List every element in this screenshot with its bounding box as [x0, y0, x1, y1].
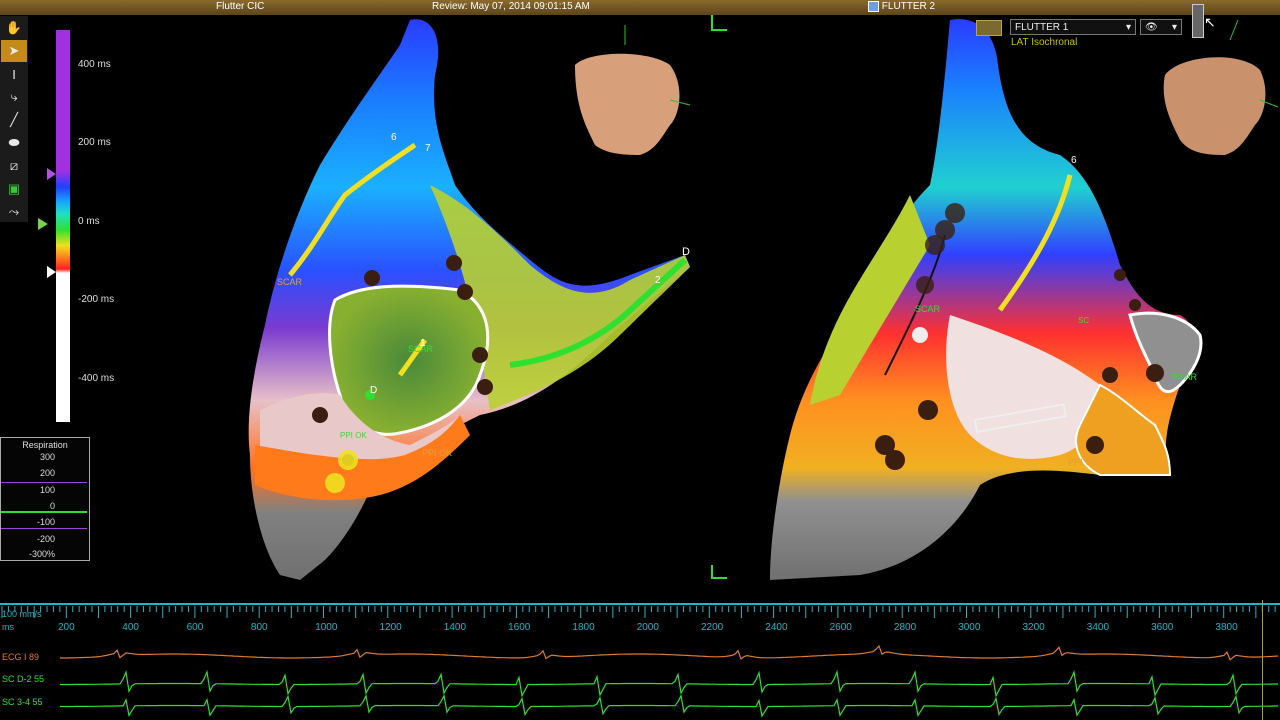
respiration-lower-line — [1, 528, 87, 529]
left-label-ppi-ok: PPI OK — [422, 448, 452, 458]
resp-val: 100 — [39, 485, 55, 495]
resp-val: 300 — [39, 452, 55, 462]
timeline-tick-label: 3000 — [958, 622, 981, 633]
text-cursor-icon[interactable]: I — [1, 63, 27, 85]
timeline-tick-label: 2200 — [701, 622, 724, 633]
curve-tool-icon[interactable]: ⤷ — [1, 86, 27, 108]
timeline-tick-label: 3400 — [1086, 622, 1110, 633]
right-label-scar-left: SCAR — [915, 304, 941, 314]
right-label-sc: SC — [1078, 316, 1089, 325]
timeline-tick-label: 3200 — [1022, 622, 1045, 633]
visibility-dropdown[interactable]: 👁 ▾ — [1140, 19, 1182, 35]
timeline-tick-label: 2800 — [893, 622, 917, 633]
sc-d2-trace — [60, 669, 1278, 698]
right-label-6: 6 — [1071, 155, 1077, 166]
scale-label-minus400: -400 ms — [78, 373, 115, 384]
scroll-control[interactable] — [1192, 4, 1204, 38]
ecg-trace — [60, 644, 1279, 661]
timeline-tick-label: 1000 — [315, 622, 338, 633]
timeline-tick-label: 3600 — [1151, 622, 1174, 633]
scale-zero-handle[interactable] — [38, 218, 48, 230]
timeline-tick-label: 2400 — [765, 622, 788, 633]
left-view-title: Flutter CIC — [216, 1, 265, 12]
pan-hand-icon[interactable]: ✋ — [1, 17, 27, 39]
resp-val: -200 — [36, 534, 55, 544]
eye-icon: 👁 — [1145, 21, 1158, 33]
tool-palette: ✋ ➤ I ⤷ ╱ ⬬ ⧄ ▣ ⤳ — [0, 16, 28, 222]
respiration-upper-line — [1, 482, 87, 483]
left-label-6: 6 — [391, 132, 397, 143]
timeline-tick-label: 1400 — [443, 622, 467, 633]
scale-label-400: 400 ms — [78, 59, 111, 70]
left-label-ppi-ok-lower: PPI OK — [340, 431, 367, 440]
line-tool-icon[interactable]: ╱ — [1, 109, 27, 131]
left-label-2: 2 — [655, 275, 661, 286]
view-divider-mark-top — [711, 15, 727, 31]
left-3d-map[interactable]: SCAR SCAR PPI OK PPI OK D 6 7 1 2 D — [230, 15, 700, 590]
select-arrow-icon[interactable]: ➤ — [1, 40, 27, 62]
catheter-icon[interactable]: ⤳ — [1, 201, 27, 223]
respiration-panel: Respiration 300 200 100 0 -100 -200 -300… — [0, 437, 90, 561]
resp-val: -100 — [36, 517, 55, 527]
scale-upper-handle[interactable] — [47, 168, 56, 180]
scale-label-200: 200 ms — [78, 137, 111, 148]
respiration-title: Respiration — [22, 440, 68, 450]
timeline-tick-label: 600 — [186, 622, 204, 633]
lat-color-scale[interactable] — [56, 30, 70, 422]
ellipse-tool-icon[interactable]: ⬬ — [1, 132, 27, 154]
right-view-title: FLUTTER 2 — [868, 1, 935, 12]
timeline-unit: ms — [2, 622, 14, 632]
respiration-trace — [1, 511, 87, 513]
sc-34-trace — [60, 693, 1278, 718]
scale-label-minus200: -200 ms — [78, 294, 115, 305]
map-select-dropdown[interactable]: FLUTTER 1 ▾ — [1010, 19, 1136, 35]
timeline-tick-label: 1800 — [572, 622, 595, 633]
timeline-tick-label: 1200 — [379, 622, 402, 633]
timeline-ruler — [1, 606, 1276, 618]
chevron-down-icon: ▾ — [1125, 21, 1131, 33]
timeline-tick-label: 200 — [58, 622, 75, 633]
torso-orientation-icon[interactable] — [575, 25, 691, 155]
left-label-d: D — [370, 385, 377, 396]
ecg-traces — [60, 644, 1279, 718]
right-label-ppi: PPI OK — [1068, 457, 1098, 467]
title-bar: Flutter CIC Review: May 07, 2014 09:01:1… — [0, 0, 1280, 15]
map-icon — [868, 1, 879, 12]
left-label-d2: D — [682, 246, 690, 258]
timeline-tick-label: 3800 — [1215, 622, 1238, 633]
left-label-scar: SCAR — [277, 277, 303, 287]
timeline-tick-label: 800 — [250, 622, 268, 633]
left-label-1: 1 — [420, 338, 426, 349]
chevron-down-icon: ▾ — [1171, 21, 1177, 33]
timeline-cursor-line[interactable] — [1262, 600, 1263, 720]
timeline-tick-label: 1600 — [508, 622, 531, 633]
timeline-tick-label: 400 — [122, 622, 139, 633]
scale-label-0: 0 ms — [78, 216, 100, 227]
scale-lower-handle[interactable] — [47, 266, 56, 278]
resp-val: 200 — [39, 468, 55, 478]
cursor-arrow-icon: ↖ — [1204, 14, 1216, 30]
view-divider-mark-bottom — [711, 565, 727, 579]
monitor-icon[interactable]: ▣ — [1, 178, 27, 200]
timeline-tick-label: 2000 — [636, 622, 659, 633]
signal-timeline[interactable]: 100 mm/s ms 200 400 600 800 1000 1200 1400 1600… — [0, 600, 1280, 720]
review-timestamp: Review: May 07, 2014 09:01:15 AM — [432, 1, 590, 12]
right-3d-map[interactable]: SCAR SCAR SC PPI OK 6 — [760, 15, 1280, 590]
right-label-scar-right: SCAR — [1172, 372, 1198, 382]
cut-plane-icon[interactable]: ⧄ — [1, 155, 27, 177]
map-select-value: FLUTTER 1 — [1015, 21, 1069, 33]
torso-orientation-icon[interactable] — [1163, 19, 1279, 155]
map-layout-icon[interactable] — [976, 20, 1002, 36]
resp-val: -300% — [28, 549, 55, 559]
left-label-7: 7 — [425, 143, 431, 154]
map-type-label: LAT Isochronal — [1011, 37, 1078, 48]
timeline-speed: 100 mm/s — [2, 609, 42, 619]
timeline-tick-label: 2600 — [829, 622, 852, 633]
resp-val: 0 — [49, 501, 55, 511]
